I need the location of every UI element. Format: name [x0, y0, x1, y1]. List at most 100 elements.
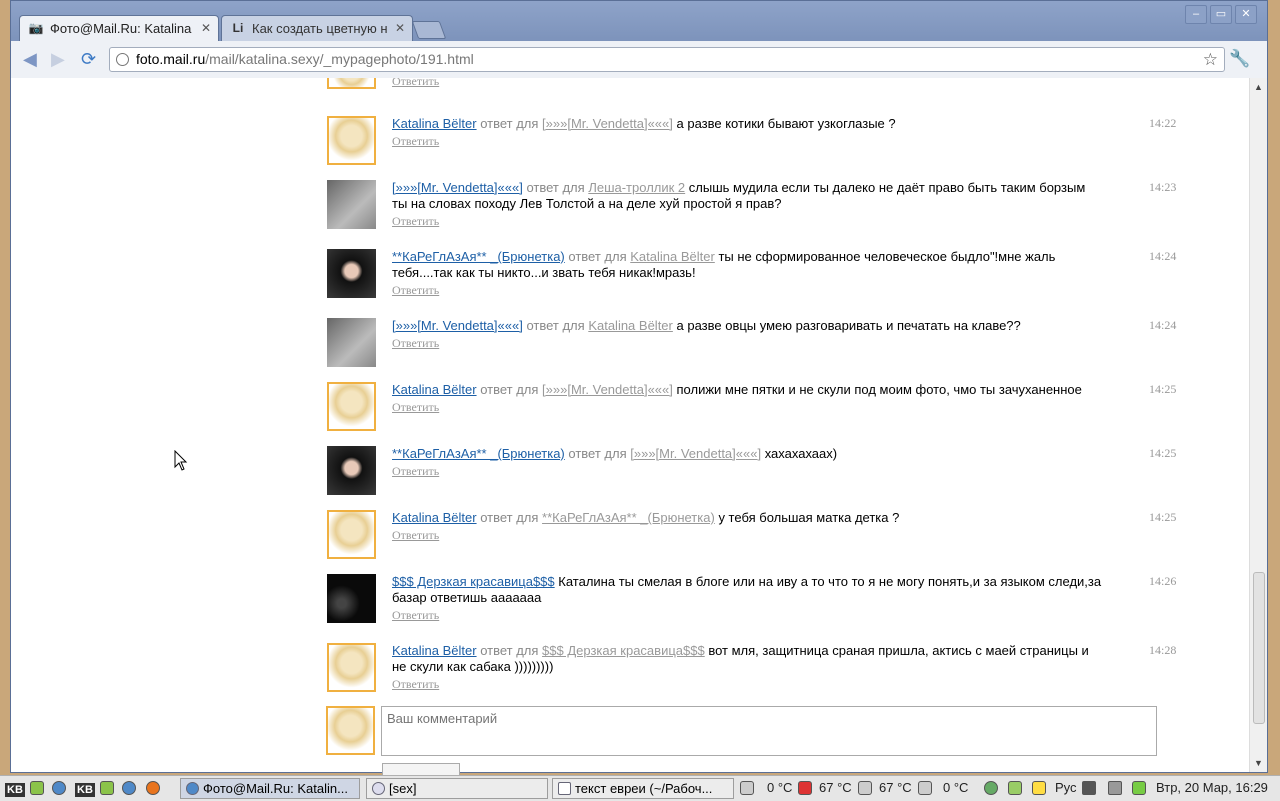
maximize-button[interactable]: ▭ — [1210, 5, 1232, 24]
reply-link[interactable]: Ответить — [392, 133, 1104, 149]
reply-to-user-link[interactable]: Katalina Bëlter — [588, 318, 673, 333]
avatar[interactable] — [327, 574, 376, 623]
scroll-down-icon[interactable]: ▼ — [1250, 756, 1267, 770]
comment-text: а разве овцы умею разговаривать и печата… — [676, 318, 1021, 333]
bookmark-star-icon[interactable]: ☆ — [1203, 48, 1218, 71]
globe-icon — [116, 53, 129, 66]
li-icon: Li — [232, 21, 244, 35]
comment-body: Katalina Bëlter ответ для [»»»[Mr. Vende… — [392, 382, 1104, 415]
reply-to-user-link[interactable]: $$$ Дерзкая красавица$$$ — [542, 643, 705, 658]
comment-body: **КаРеГлАзАя** _(Брюнетка) ответ для [»»… — [392, 446, 1104, 479]
reply-to-user-link[interactable]: Леша-троллик 2 — [588, 180, 685, 195]
page-content: Ответить Katalina Bëlter ответ для [»»»[… — [11, 78, 1250, 772]
reply-to-label: ответ для — [568, 446, 627, 461]
reply-link[interactable]: Ответить — [392, 399, 1104, 415]
cpu-sensor-icon-3 — [918, 781, 932, 795]
author-link[interactable]: [»»»[Mr. Vendetta]«««] — [392, 180, 523, 195]
author-link[interactable]: Katalina Bëlter — [392, 643, 477, 658]
reply-to-label: ответ для — [480, 510, 539, 525]
cpu-sensor-icon-2 — [858, 781, 872, 795]
page-scrollbar[interactable]: ▲ ▼ — [1249, 78, 1267, 772]
avatar[interactable] — [327, 249, 376, 298]
address-bar[interactable]: foto.mail.ru/mail/katalina.sexy/_mypagep… — [109, 47, 1225, 72]
tab-title: Как создать цветную н — [252, 21, 388, 36]
taskbar-task-chat[interactable]: [sex] — [366, 778, 548, 799]
reload-icon[interactable]: ⟳ — [81, 49, 96, 70]
reply-link[interactable]: Ответить — [392, 78, 1104, 89]
reply-link[interactable]: Ответить — [392, 607, 1104, 623]
app-launcher-icon-2[interactable] — [100, 781, 114, 795]
close-tab-icon[interactable]: ✕ — [395, 21, 405, 35]
scroll-up-icon[interactable]: ▲ — [1250, 80, 1267, 94]
tab-create-colored[interactable]: Li Как создать цветную н ✕ — [221, 15, 413, 41]
chrome-icon[interactable] — [52, 781, 66, 795]
keyboard-layout-indicator-2[interactable]: KB — [74, 778, 96, 799]
taskbar-task-editor[interactable]: текст евреи (~/Рабоч... — [552, 778, 734, 799]
comment-body: **КаРеГлАзАя** _(Брюнетка) ответ для Kat… — [392, 249, 1104, 298]
close-tab-icon[interactable]: ✕ — [201, 21, 211, 35]
back-arrow-icon[interactable]: ◀ — [23, 49, 37, 70]
author-link[interactable]: Katalina Bëlter — [392, 116, 477, 131]
taskbar-task-chrome[interactable]: Фото@Mail.Ru: Katalin... — [180, 778, 360, 799]
reply-link[interactable]: Ответить — [392, 676, 1104, 692]
author-link[interactable]: **КаРеГлАзАя** _(Брюнетка) — [392, 446, 565, 461]
reply-to-label: ответ для — [480, 382, 539, 397]
reply-link[interactable]: Ответить — [392, 335, 1104, 351]
comment-time: 14:25 — [1149, 446, 1177, 460]
comment-time: 14:24 — [1149, 249, 1177, 263]
reply-to-label: ответ для — [568, 249, 627, 264]
battery-icon[interactable] — [1132, 781, 1146, 795]
reply-to-user-link[interactable]: **КаРеГлАзАя** _(Брюнетка) — [542, 510, 715, 525]
reply-to-user-link[interactable]: Katalina Bëlter — [630, 249, 715, 264]
network-plug-icon[interactable] — [1108, 781, 1122, 795]
browser-toolbar: ◀ ▶ ⟳ foto.mail.ru/mail/katalina.sexy/_m… — [11, 41, 1267, 79]
wrench-icon[interactable]: 🔧 — [1229, 49, 1250, 69]
firefox-icon[interactable] — [146, 781, 160, 795]
avatar[interactable] — [327, 446, 376, 495]
shield-icon[interactable] — [1008, 781, 1022, 795]
reply-to-user-link[interactable]: [»»»[Mr. Vendetta]«««] — [630, 446, 761, 461]
reply-link[interactable]: Ответить — [392, 463, 1104, 479]
scrollbar-thumb[interactable] — [1253, 572, 1265, 724]
keyboard-layout-indicator[interactable]: KB — [4, 778, 26, 799]
browser-window: 📷 Фото@Mail.Ru: Katalina ✕ Li Как создат… — [10, 0, 1268, 773]
author-link[interactable]: [»»»[Mr. Vendetta]«««] — [392, 318, 523, 333]
avatar[interactable] — [327, 510, 376, 559]
reply-link[interactable]: Ответить — [392, 213, 1104, 229]
comment-time: 14:22 — [1149, 116, 1177, 130]
forward-arrow-icon[interactable]: ▶ — [51, 49, 65, 70]
avatar[interactable] — [327, 116, 376, 165]
comment-time: 14:25 — [1149, 510, 1177, 524]
minimize-button[interactable]: – — [1185, 5, 1207, 24]
sensor-temp-2: 67 °C — [819, 780, 852, 795]
comment-text: хахахахаах) — [764, 446, 838, 461]
author-link[interactable]: Katalina Bëlter — [392, 510, 477, 525]
app-launcher-icon[interactable] — [30, 781, 44, 795]
comment-input[interactable] — [381, 706, 1157, 756]
avatar[interactable] — [327, 643, 376, 692]
clock[interactable]: Втр, 20 Мар, 16:29 — [1156, 780, 1268, 795]
comment-body: Katalina Bëlter ответ для $$$ Дерзкая кр… — [392, 643, 1104, 692]
author-link[interactable]: **КаРеГлАзАя** _(Брюнетка) — [392, 249, 565, 264]
new-tab-button[interactable] — [411, 21, 447, 39]
p-icon[interactable] — [1032, 781, 1046, 795]
volume-icon[interactable] — [1082, 781, 1096, 795]
avatar[interactable] — [327, 180, 376, 229]
avatar[interactable] — [327, 318, 376, 367]
reply-link[interactable]: Ответить — [392, 282, 1104, 298]
avatar[interactable] — [327, 78, 376, 89]
chrome-icon — [186, 782, 199, 795]
reply-to-user-link[interactable]: [»»»[Mr. Vendetta]«««] — [542, 382, 673, 397]
chrome-icon-2[interactable] — [122, 781, 136, 795]
author-link[interactable]: Katalina Bëlter — [392, 382, 477, 397]
author-link[interactable]: $$$ Дерзкая красавица$$$ — [392, 574, 555, 589]
network-icon[interactable] — [984, 781, 998, 795]
avatar[interactable] — [327, 382, 376, 431]
language-indicator[interactable]: Рус — [1055, 780, 1077, 795]
tab-foto-mail[interactable]: 📷 Фото@Mail.Ru: Katalina ✕ — [19, 15, 219, 41]
tab-strip: 📷 Фото@Mail.Ru: Katalina ✕ Li Как создат… — [11, 1, 1267, 41]
comment-body: [»»»[Mr. Vendetta]«««] ответ для Леша-тр… — [392, 180, 1104, 229]
reply-link[interactable]: Ответить — [392, 527, 1104, 543]
close-window-button[interactable]: ✕ — [1235, 5, 1257, 24]
reply-to-user-link[interactable]: [»»»[Mr. Vendetta]«««] — [542, 116, 673, 131]
